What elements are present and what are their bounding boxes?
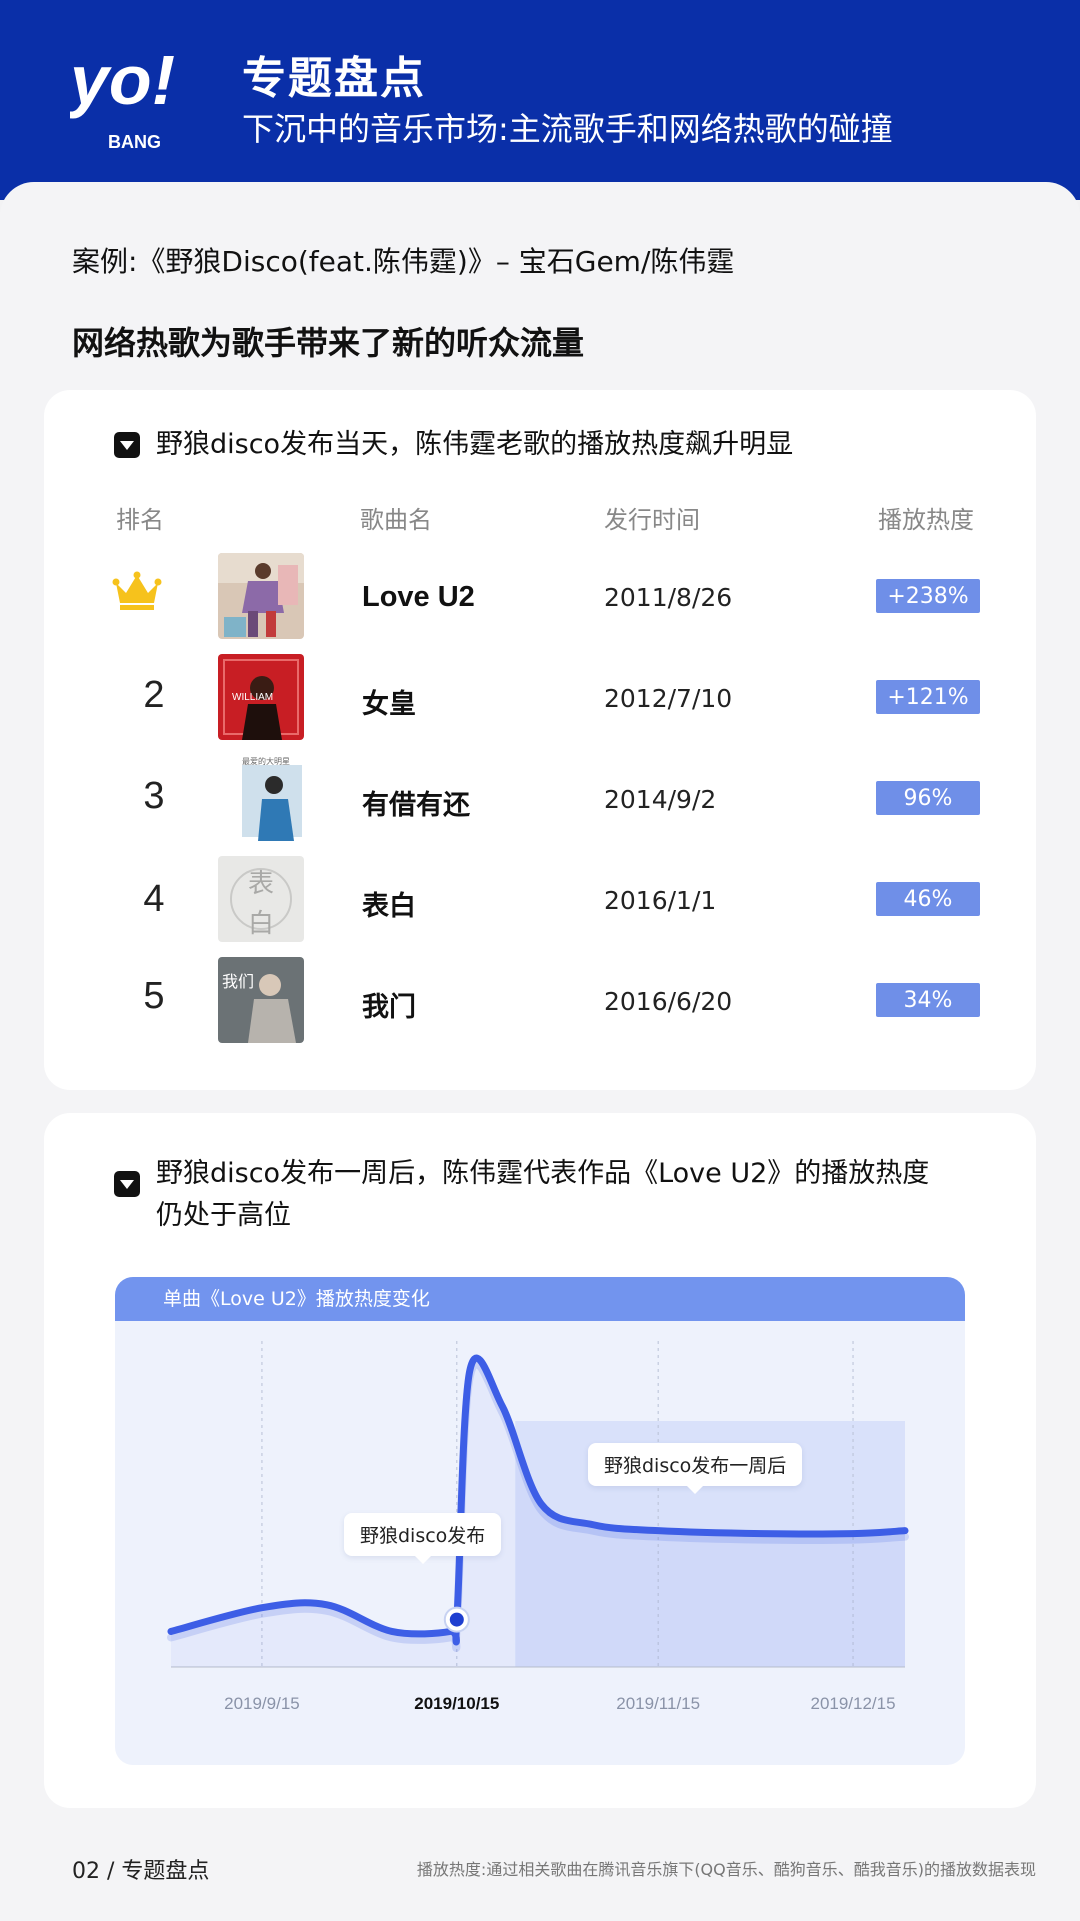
table-row: 3 最爱的大明星 有借有还 2014/9/2 96% bbox=[44, 755, 1036, 845]
svg-text:白: 白 bbox=[248, 909, 274, 939]
release-date: 2012/7/10 bbox=[604, 684, 733, 713]
rank-number: 3 bbox=[143, 775, 165, 817]
svg-text:WILLIAM: WILLIAM bbox=[232, 692, 273, 703]
table-row: Love U2 2011/8/26 +238% bbox=[44, 553, 1036, 643]
song-name: 我门 bbox=[362, 992, 416, 1023]
collapse-triangle-icon bbox=[114, 1171, 140, 1197]
trend-card-title-line2: 仍处于高位 bbox=[156, 1200, 291, 1231]
heat-badge: 96% bbox=[876, 781, 980, 815]
x-tick-label: 2019/10/15 bbox=[414, 1694, 499, 1713]
table-row: 2 WILLIAM 女皇 2012/7/10 +121% bbox=[44, 654, 1036, 744]
album-cover-biao-bai: 表 白 bbox=[218, 856, 304, 942]
heat-badge: +238% bbox=[876, 579, 980, 613]
annotation-release: 野狼disco发布 bbox=[344, 1513, 502, 1564]
album-cover-love-u2 bbox=[218, 553, 304, 639]
release-date: 2011/8/26 bbox=[604, 583, 733, 612]
album-cover-nv-huang: WILLIAM bbox=[218, 654, 304, 740]
chart-title: 单曲《Love U2》播放热度变化 bbox=[115, 1277, 965, 1321]
svg-text:表: 表 bbox=[248, 869, 274, 899]
yobang-logo: yo! BANG bbox=[70, 41, 175, 152]
crown-icon bbox=[112, 571, 162, 610]
footer-note: 播放热度:通过相关歌曲在腾讯音乐旗下(QQ音乐、酷狗音乐、酷我音乐)的播放数据表… bbox=[416, 1860, 1036, 1879]
footer-page-label: 02 / 专题盘点 bbox=[72, 1859, 210, 1884]
release-date: 2016/1/1 bbox=[604, 886, 717, 915]
logo-text: yo! bbox=[70, 41, 175, 119]
logo-subtext: BANG bbox=[108, 132, 161, 152]
case-line: 案例:《野狼Disco(feat.陈伟霆)》– 宝石Gem/陈伟霆 bbox=[72, 245, 735, 278]
song-name: 有借有还 bbox=[362, 790, 470, 821]
page-subtitle: 下沉中的音乐市场:主流歌手和网络热歌的碰撞 bbox=[242, 110, 893, 148]
page-header: yo! BANG 专题盘点 下沉中的音乐市场:主流歌手和网络热歌的碰撞 bbox=[0, 0, 1080, 200]
column-header-heat: 播放热度 bbox=[878, 506, 974, 534]
table-row: 4 表 白 表白 2016/1/1 46% bbox=[44, 856, 1036, 946]
release-date: 2014/9/2 bbox=[604, 785, 717, 814]
release-marker-dot bbox=[449, 1612, 464, 1627]
x-tick-label: 2019/9/15 bbox=[224, 1694, 300, 1713]
ranking-card-title-text: 野狼disco发布当天，陈伟霆老歌的播放热度飙升明显 bbox=[156, 429, 794, 460]
section-heading: 网络热歌为歌手带来了新的听众流量 bbox=[72, 324, 585, 362]
release-date: 2016/6/20 bbox=[604, 987, 733, 1016]
x-tick-label: 2019/12/15 bbox=[810, 1694, 895, 1713]
ranking-card-title: 野狼disco发布当天，陈伟霆老歌的播放热度飙升明显 bbox=[114, 424, 793, 466]
song-name: Love U2 bbox=[362, 581, 475, 613]
album-cover-you-jie-you-huan: 最爱的大明星 bbox=[218, 755, 304, 841]
heat-badge: +121% bbox=[876, 680, 980, 714]
x-tick-label: 2019/11/15 bbox=[616, 1694, 700, 1713]
rank-number: 2 bbox=[143, 674, 165, 716]
collapse-triangle-icon bbox=[114, 432, 140, 458]
svg-text:最爱的大明星: 最爱的大明星 bbox=[242, 756, 290, 766]
page-title: 专题盘点 bbox=[242, 53, 426, 104]
trend-card-title: 野狼disco发布一周后，陈伟霆代表作品《Love U2》的播放热度 仍处于高位 bbox=[114, 1153, 994, 1237]
column-header-song: 歌曲名 bbox=[360, 506, 432, 534]
song-name: 女皇 bbox=[362, 689, 416, 720]
album-cover-wo-men: 我们 bbox=[218, 957, 304, 1043]
rank-number: 4 bbox=[143, 878, 165, 920]
rank-number: 5 bbox=[143, 975, 165, 1017]
table-row: 5 我们 我门 2016/6/20 34% bbox=[44, 957, 1036, 1047]
chart-area: 2019/9/15 2019/10/15 2019/11/15 2019/12/15 bbox=[167, 1341, 909, 1713]
trend-card-title-text: 野狼disco发布一周后，陈伟霆代表作品《Love U2》的播放热度 仍处于高位 bbox=[156, 1153, 929, 1237]
heat-badge: 34% bbox=[876, 983, 980, 1017]
song-name: 表白 bbox=[362, 891, 416, 922]
chart-panel: 单曲《Love U2》播放热度变化 2019/9/15 2019/10/15 201… bbox=[115, 1277, 965, 1765]
annotation-one-week: 野狼disco发布一周后 bbox=[588, 1443, 803, 1494]
heat-badge: 46% bbox=[876, 882, 980, 916]
column-header-date: 发行时间 bbox=[604, 506, 700, 534]
trend-card-title-line1: 野狼disco发布一周后，陈伟霆代表作品《Love U2》的播放热度 bbox=[156, 1158, 930, 1189]
column-header-rank: 排名 bbox=[116, 506, 164, 534]
svg-text:我们: 我们 bbox=[222, 972, 254, 991]
